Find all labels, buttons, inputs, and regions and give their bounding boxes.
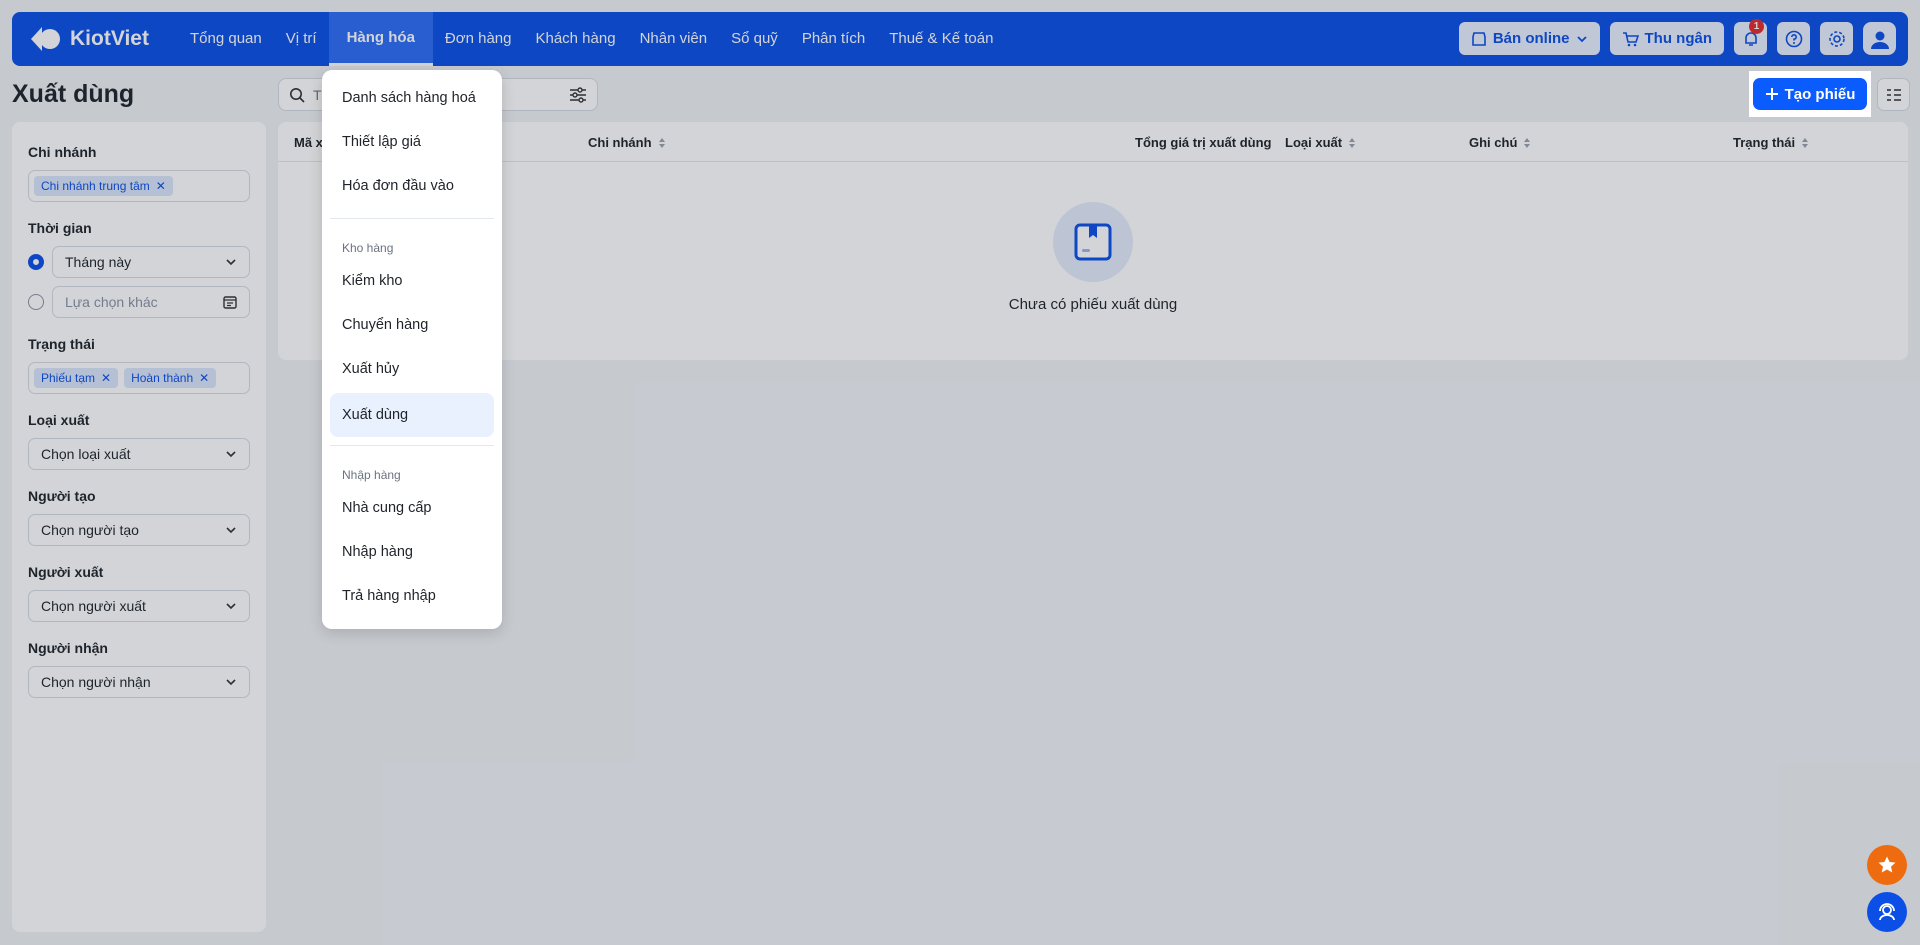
menu-item-suppliers[interactable]: Nhà cung cấp [322,486,502,530]
menu-item-internal-use-highlight: Xuất dùng [322,387,502,444]
plus-icon [1765,88,1778,100]
dim-overlay [0,0,1920,945]
menu-item-price-setup[interactable]: Thiết lập giá [322,120,502,164]
star-icon [1878,856,1896,873]
create-voucher-label: Tạo phiếu [1784,85,1856,103]
support-agent-icon [1879,903,1895,921]
menu-header-import: Nhập hàng [342,468,401,482]
favorite-fab[interactable] [1867,845,1907,885]
menu-item-input-invoice[interactable]: Hóa đơn đầu vào [322,164,502,208]
menu-item-import-goods[interactable]: Nhập hàng [322,530,502,574]
menu-item-product-list[interactable]: Danh sách hàng hoá [322,76,502,120]
menu-item-return-import[interactable]: Trả hàng nhập [322,574,502,618]
menu-item-transfer[interactable]: Chuyển hàng [322,303,502,347]
menu-header-warehouse: Kho hàng [342,241,394,255]
menu-divider [330,445,494,446]
menu-item-internal-use[interactable]: Xuất dùng [330,393,494,437]
menu-divider [330,218,494,219]
create-voucher-button[interactable]: Tạo phiếu [1753,78,1867,110]
menu-item-stocktake[interactable]: Kiểm kho [322,259,502,303]
create-button-highlight: Tạo phiếu [1749,71,1871,117]
menu-item-write-off[interactable]: Xuất hủy [322,347,502,391]
products-dropdown-menu: Danh sách hàng hoá Thiết lập giá Hóa đơn… [322,70,502,629]
support-fab[interactable] [1867,892,1907,932]
